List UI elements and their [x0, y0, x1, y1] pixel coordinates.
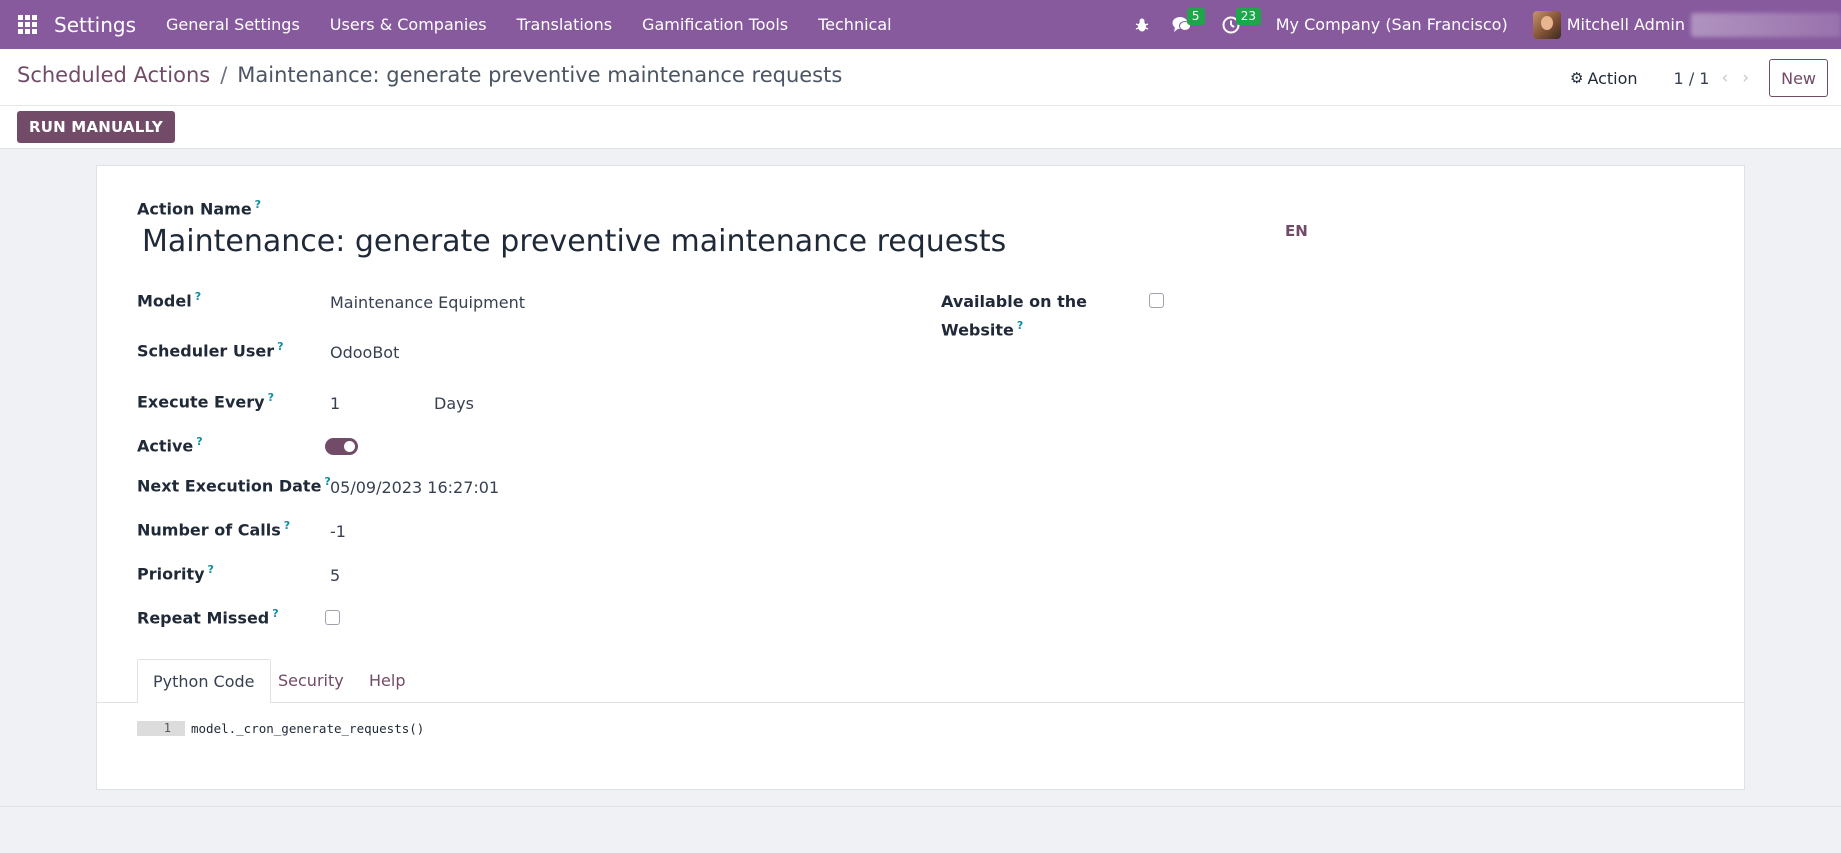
app-brand[interactable]: Settings [54, 13, 136, 37]
help-tooltip-icon[interactable]: ? [195, 290, 201, 303]
next-execution-label: Next Execution Date? [137, 475, 331, 496]
execute-every-label: Execute Every? [137, 391, 274, 412]
interval-number-field[interactable]: 1 [330, 394, 340, 413]
help-tooltip-icon[interactable]: ? [268, 391, 274, 404]
available-website-label: Available on the Website? [941, 292, 1088, 340]
menu-gamification-tools[interactable]: Gamification Tools [642, 15, 788, 34]
help-tooltip-icon[interactable]: ? [208, 563, 214, 576]
breadcrumb: Scheduled Actions / Maintenance: generat… [17, 63, 842, 87]
systray: 5 23 My Company (San Francisco) Mitchell… [1134, 0, 1841, 49]
scheduler-user-label: Scheduler User? [137, 340, 284, 361]
code-editor[interactable]: 1 model._cron_generate_requests() [137, 719, 424, 737]
messages-badge: 5 [1186, 7, 1205, 25]
code-line-number: 1 [137, 720, 185, 736]
user-avatar [1532, 10, 1561, 39]
pager-next-icon[interactable]: › [1742, 68, 1749, 88]
next-execution-field[interactable]: 05/09/2023 16:27:01 [330, 478, 499, 497]
help-tooltip-icon[interactable]: ? [284, 519, 290, 532]
priority-label: Priority? [137, 563, 214, 584]
code-line[interactable]: model._cron_generate_requests() [191, 721, 424, 736]
debug-bug-icon[interactable] [1134, 17, 1150, 33]
scheduler-user-field[interactable]: OdooBot [330, 343, 399, 362]
user-menu[interactable]: Mitchell Admin [1532, 10, 1841, 39]
menu-users-companies[interactable]: Users & Companies [330, 15, 487, 34]
menu-technical[interactable]: Technical [818, 15, 891, 34]
menu-general-settings[interactable]: General Settings [166, 15, 300, 34]
action-label: Action [1587, 68, 1638, 88]
repeat-missed-label: Repeat Missed? [137, 607, 279, 628]
pager-value[interactable]: 1 / 1 [1674, 69, 1710, 88]
control-panel: Scheduled Actions / Maintenance: generat… [0, 49, 1841, 149]
run-manually-button[interactable]: RUN MANUALLY [17, 111, 175, 143]
menu-translations[interactable]: Translations [517, 15, 613, 34]
number-of-calls-field[interactable]: -1 [330, 522, 346, 541]
breadcrumb-separator: / [220, 63, 228, 87]
control-divider [0, 105, 1841, 106]
form-sheet: Action Name? Maintenance: generate preve… [96, 165, 1745, 790]
apps-menu-icon[interactable] [0, 0, 54, 49]
priority-field[interactable]: 5 [330, 566, 340, 585]
activities-badge: 23 [1235, 7, 1262, 25]
help-tooltip-icon[interactable]: ? [196, 435, 202, 448]
active-label: Active? [137, 435, 203, 456]
company-switcher[interactable]: My Company (San Francisco) [1276, 15, 1508, 34]
tab-security[interactable]: Security [263, 659, 359, 701]
notebook-tabs: Python Code Security Help [97, 659, 1744, 703]
top-navbar: Settings General Settings Users & Compan… [0, 0, 1841, 49]
help-tooltip-icon[interactable]: ? [1017, 319, 1023, 332]
language-button[interactable]: EN [1285, 222, 1308, 240]
pager-previous-icon[interactable]: ‹ [1721, 68, 1728, 88]
action-menu-button[interactable]: ⚙ Action [1570, 69, 1638, 88]
bottom-divider [0, 806, 1841, 807]
number-of-calls-label: Number of Calls? [137, 519, 291, 540]
user-name: Mitchell Admin [1566, 15, 1685, 34]
action-name-label: Action Name? [137, 198, 262, 219]
main-menu: General Settings Users & Companies Trans… [166, 15, 922, 34]
tab-python-code[interactable]: Python Code [137, 659, 271, 703]
available-website-checkbox[interactable] [1149, 293, 1164, 308]
help-tooltip-icon[interactable]: ? [255, 198, 261, 211]
help-tooltip-icon[interactable]: ? [272, 607, 278, 620]
new-button[interactable]: New [1769, 59, 1828, 97]
activities-clock-icon[interactable]: 23 [1222, 7, 1262, 34]
interval-unit-select[interactable]: Days [434, 394, 474, 413]
help-tooltip-icon[interactable]: ? [277, 340, 283, 353]
action-name-input[interactable]: Maintenance: generate preventive mainten… [142, 224, 1006, 259]
model-label: Model? [137, 290, 202, 311]
control-panel-right: ⚙ Action 1 / 1 ‹ › New [1570, 58, 1828, 98]
breadcrumb-scheduled-actions[interactable]: Scheduled Actions [17, 63, 210, 87]
blurred-database-name [1691, 12, 1841, 37]
tab-help[interactable]: Help [354, 659, 420, 701]
breadcrumb-current: Maintenance: generate preventive mainten… [237, 63, 843, 87]
model-field[interactable]: Maintenance Equipment [330, 293, 525, 312]
active-toggle[interactable] [325, 438, 358, 455]
messages-icon[interactable]: 5 [1172, 7, 1205, 34]
gear-icon: ⚙ [1569, 69, 1584, 87]
repeat-missed-checkbox[interactable] [325, 610, 340, 625]
